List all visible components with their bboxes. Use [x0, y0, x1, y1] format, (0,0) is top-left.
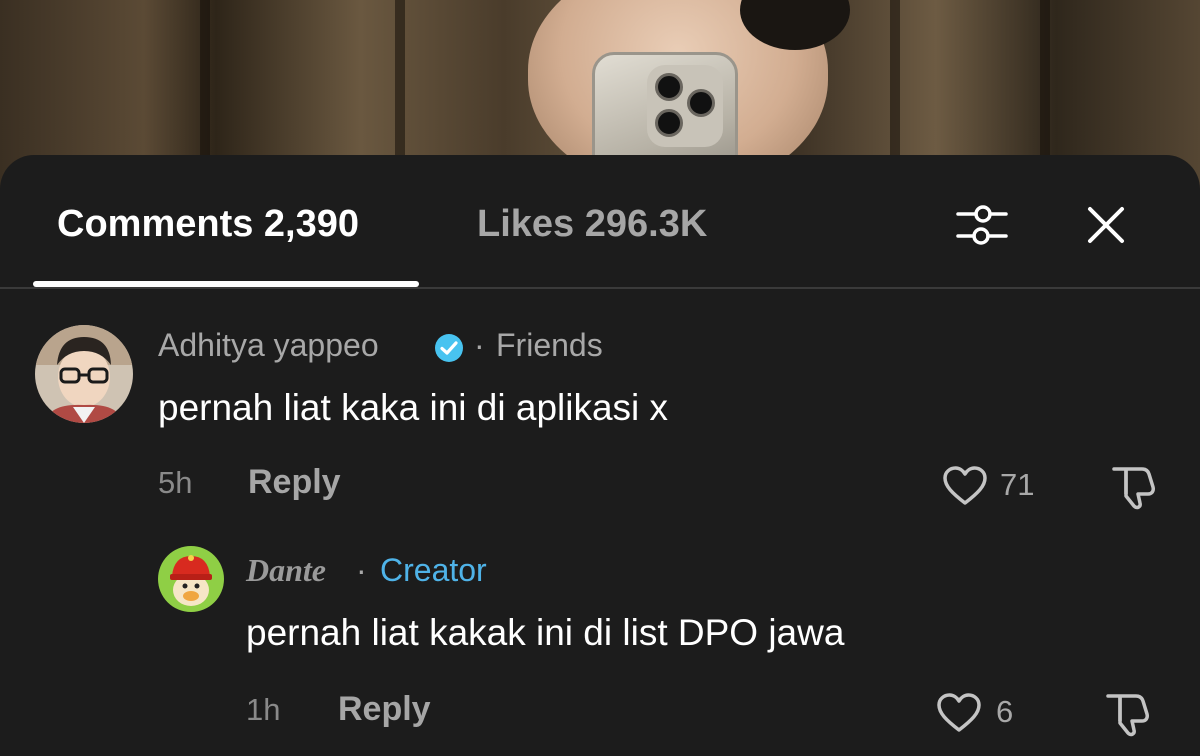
- reply-button[interactable]: Reply: [338, 690, 431, 729]
- heart-icon: [943, 466, 987, 505]
- tab-divider: [0, 287, 1200, 289]
- relation-separator: ·: [356, 552, 367, 588]
- tab-comments[interactable]: Comments 2,390: [57, 203, 359, 246]
- heart-icon: [937, 693, 981, 732]
- comment-reply-item: Dante · Creator pernah liat kakak ini di…: [0, 540, 1200, 750]
- thumbs-down-icon: [1112, 467, 1155, 510]
- user-avatar-image: [35, 325, 133, 423]
- dislike-button[interactable]: [1108, 463, 1158, 511]
- comment-item: Adhitya yappeo · Friends pernah liat kak…: [0, 315, 1200, 515]
- dislike-button[interactable]: [1102, 690, 1152, 738]
- comment-text: pernah liat kaka ini di aplikasi x: [158, 387, 669, 428]
- avatar[interactable]: [158, 546, 224, 612]
- relation-label: Friends: [496, 327, 603, 363]
- comments-sheet: Comments 2,390 Likes 296.3K Adhitya yapp…: [0, 155, 1200, 756]
- like-button[interactable]: [936, 692, 982, 734]
- relation-separator: ·: [474, 327, 485, 363]
- camera-lens: [687, 89, 715, 117]
- close-button[interactable]: [1074, 195, 1138, 255]
- filter-button[interactable]: [950, 195, 1014, 255]
- tab-likes[interactable]: Likes 296.3K: [477, 203, 707, 246]
- comment-username[interactable]: Adhitya yappeo: [158, 327, 379, 364]
- verified-check-icon: [435, 334, 463, 362]
- tiktok-comments-screen: Comments 2,390 Likes 296.3K Adhitya yapp…: [0, 0, 1200, 756]
- camera-lens: [655, 73, 683, 101]
- like-button[interactable]: [942, 465, 988, 507]
- comment-text: pernah liat kakak ini di list DPO jawa: [246, 612, 845, 653]
- comments-tab-bar: Comments 2,390 Likes 296.3K: [0, 155, 1200, 289]
- close-icon: [1088, 207, 1124, 243]
- user-avatar-image: [158, 546, 224, 612]
- comment-username[interactable]: Dante: [246, 552, 326, 589]
- like-count: 71: [1000, 467, 1035, 502]
- comment-time: 1h: [246, 692, 281, 727]
- verified-badge: [434, 333, 464, 363]
- comment-time: 5h: [158, 465, 193, 500]
- reply-button[interactable]: Reply: [248, 463, 341, 502]
- camera-lens: [655, 109, 683, 137]
- phone-camera-block: [647, 65, 723, 147]
- thumbs-down-icon: [1106, 694, 1149, 737]
- like-count: 6: [996, 694, 1014, 729]
- creator-label: Creator: [380, 552, 487, 588]
- filter-sliders-icon: [956, 205, 1008, 245]
- avatar[interactable]: [35, 325, 133, 423]
